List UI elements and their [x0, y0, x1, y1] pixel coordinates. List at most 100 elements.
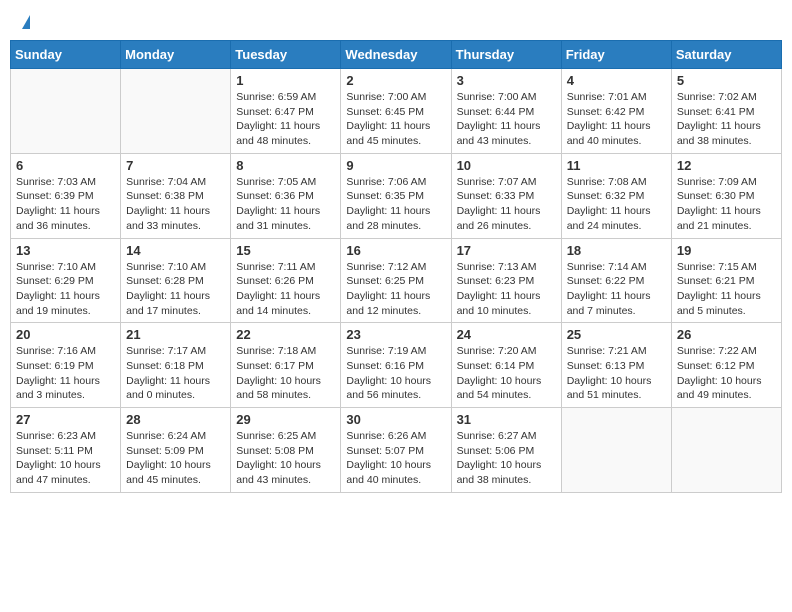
calendar-cell: 24 Sunrise: 7:20 AM Sunset: 6:14 PM Dayli…	[451, 323, 561, 408]
day-info: Sunrise: 7:02 AM Sunset: 6:41 PM Dayligh…	[677, 90, 776, 149]
day-info: Sunrise: 7:15 AM Sunset: 6:21 PM Dayligh…	[677, 260, 776, 319]
calendar-cell: 9 Sunrise: 7:06 AM Sunset: 6:35 PM Daylig…	[341, 153, 451, 238]
calendar-cell	[671, 408, 781, 493]
day-number: 27	[16, 412, 115, 427]
day-info: Sunrise: 7:09 AM Sunset: 6:30 PM Dayligh…	[677, 175, 776, 234]
calendar-cell: 27 Sunrise: 6:23 AM Sunset: 5:11 PM Dayli…	[11, 408, 121, 493]
page-header	[10, 10, 782, 30]
day-number: 4	[567, 73, 666, 88]
day-info: Sunrise: 7:03 AM Sunset: 6:39 PM Dayligh…	[16, 175, 115, 234]
day-info: Sunrise: 7:08 AM Sunset: 6:32 PM Dayligh…	[567, 175, 666, 234]
calendar-cell: 18 Sunrise: 7:14 AM Sunset: 6:22 PM Dayli…	[561, 238, 671, 323]
day-info: Sunrise: 6:25 AM Sunset: 5:08 PM Dayligh…	[236, 429, 335, 488]
day-number: 26	[677, 327, 776, 342]
day-number: 6	[16, 158, 115, 173]
day-number: 8	[236, 158, 335, 173]
calendar-cell: 19 Sunrise: 7:15 AM Sunset: 6:21 PM Dayli…	[671, 238, 781, 323]
calendar-cell: 15 Sunrise: 7:11 AM Sunset: 6:26 PM Dayli…	[231, 238, 341, 323]
calendar-cell: 28 Sunrise: 6:24 AM Sunset: 5:09 PM Dayli…	[121, 408, 231, 493]
day-info: Sunrise: 6:26 AM Sunset: 5:07 PM Dayligh…	[346, 429, 445, 488]
day-info: Sunrise: 6:24 AM Sunset: 5:09 PM Dayligh…	[126, 429, 225, 488]
day-number: 20	[16, 327, 115, 342]
calendar-cell: 5 Sunrise: 7:02 AM Sunset: 6:41 PM Daylig…	[671, 69, 781, 154]
calendar-table: SundayMondayTuesdayWednesdayThursdayFrid…	[10, 40, 782, 493]
calendar-cell: 29Sunrise: 6:25 AM Sunset: 5:08 PM Dayli…	[231, 408, 341, 493]
calendar-cell: 14 Sunrise: 7:10 AM Sunset: 6:28 PM Dayli…	[121, 238, 231, 323]
calendar-cell: 13Sunrise: 7:10 AM Sunset: 6:29 PM Dayli…	[11, 238, 121, 323]
day-info: Sunrise: 6:27 AM Sunset: 5:06 PM Dayligh…	[457, 429, 556, 488]
calendar-cell: 30 Sunrise: 6:26 AM Sunset: 5:07 PM Dayli…	[341, 408, 451, 493]
day-info: Sunrise: 7:10 AM Sunset: 6:28 PM Dayligh…	[126, 260, 225, 319]
day-number: 11	[567, 158, 666, 173]
day-number: 15	[236, 243, 335, 258]
calendar-cell: 3 Sunrise: 7:00 AM Sunset: 6:44 PM Daylig…	[451, 69, 561, 154]
day-number: 22	[236, 327, 335, 342]
calendar-cell: 7 Sunrise: 7:04 AM Sunset: 6:38 PM Daylig…	[121, 153, 231, 238]
calendar-cell: 16 Sunrise: 7:12 AM Sunset: 6:25 PM Dayli…	[341, 238, 451, 323]
day-header-wednesday: Wednesday	[341, 41, 451, 69]
calendar-cell: 31 Sunrise: 6:27 AM Sunset: 5:06 PM Dayli…	[451, 408, 561, 493]
calendar-cell: 22 Sunrise: 7:18 AM Sunset: 6:17 PM Dayli…	[231, 323, 341, 408]
day-number: 1	[236, 73, 335, 88]
day-info: Sunrise: 6:23 AM Sunset: 5:11 PM Dayligh…	[16, 429, 115, 488]
day-info: Sunrise: 6:59 AM Sunset: 6:47 PM Dayligh…	[236, 90, 335, 149]
day-number: 23	[346, 327, 445, 342]
day-info: Sunrise: 7:01 AM Sunset: 6:42 PM Dayligh…	[567, 90, 666, 149]
day-info: Sunrise: 7:17 AM Sunset: 6:18 PM Dayligh…	[126, 344, 225, 403]
day-number: 24	[457, 327, 556, 342]
calendar-cell	[11, 69, 121, 154]
day-info: Sunrise: 7:22 AM Sunset: 6:12 PM Dayligh…	[677, 344, 776, 403]
day-header-monday: Monday	[121, 41, 231, 69]
day-info: Sunrise: 7:04 AM Sunset: 6:38 PM Dayligh…	[126, 175, 225, 234]
day-number: 28	[126, 412, 225, 427]
day-number: 18	[567, 243, 666, 258]
day-info: Sunrise: 7:12 AM Sunset: 6:25 PM Dayligh…	[346, 260, 445, 319]
day-info: Sunrise: 7:18 AM Sunset: 6:17 PM Dayligh…	[236, 344, 335, 403]
calendar-cell: 10 Sunrise: 7:07 AM Sunset: 6:33 PM Dayli…	[451, 153, 561, 238]
day-info: Sunrise: 7:19 AM Sunset: 6:16 PM Dayligh…	[346, 344, 445, 403]
day-number: 10	[457, 158, 556, 173]
calendar-cell: 11 Sunrise: 7:08 AM Sunset: 6:32 PM Dayli…	[561, 153, 671, 238]
day-number: 12	[677, 158, 776, 173]
day-number: 7	[126, 158, 225, 173]
day-info: Sunrise: 7:14 AM Sunset: 6:22 PM Dayligh…	[567, 260, 666, 319]
calendar-cell	[561, 408, 671, 493]
day-number: 25	[567, 327, 666, 342]
calendar-cell: 23 Sunrise: 7:19 AM Sunset: 6:16 PM Dayli…	[341, 323, 451, 408]
day-header-saturday: Saturday	[671, 41, 781, 69]
day-number: 14	[126, 243, 225, 258]
day-header-thursday: Thursday	[451, 41, 561, 69]
day-number: 9	[346, 158, 445, 173]
day-number: 30	[346, 412, 445, 427]
day-number: 13	[16, 243, 115, 258]
calendar-cell: 4 Sunrise: 7:01 AM Sunset: 6:42 PM Daylig…	[561, 69, 671, 154]
day-info: Sunrise: 7:11 AM Sunset: 6:26 PM Dayligh…	[236, 260, 335, 319]
day-number: 5	[677, 73, 776, 88]
day-info: Sunrise: 7:06 AM Sunset: 6:35 PM Dayligh…	[346, 175, 445, 234]
day-number: 2	[346, 73, 445, 88]
day-number: 21	[126, 327, 225, 342]
logo-triangle-icon	[22, 15, 30, 29]
calendar-cell: 8Sunrise: 7:05 AM Sunset: 6:36 PM Daylig…	[231, 153, 341, 238]
day-number: 17	[457, 243, 556, 258]
day-info: Sunrise: 7:13 AM Sunset: 6:23 PM Dayligh…	[457, 260, 556, 319]
logo	[20, 15, 30, 25]
day-info: Sunrise: 7:00 AM Sunset: 6:45 PM Dayligh…	[346, 90, 445, 149]
day-info: Sunrise: 7:20 AM Sunset: 6:14 PM Dayligh…	[457, 344, 556, 403]
day-header-tuesday: Tuesday	[231, 41, 341, 69]
calendar-cell: 2 Sunrise: 7:00 AM Sunset: 6:45 PM Daylig…	[341, 69, 451, 154]
day-number: 16	[346, 243, 445, 258]
day-info: Sunrise: 7:00 AM Sunset: 6:44 PM Dayligh…	[457, 90, 556, 149]
day-number: 3	[457, 73, 556, 88]
day-number: 31	[457, 412, 556, 427]
calendar-cell: 17 Sunrise: 7:13 AM Sunset: 6:23 PM Dayli…	[451, 238, 561, 323]
day-info: Sunrise: 7:07 AM Sunset: 6:33 PM Dayligh…	[457, 175, 556, 234]
calendar-cell: 6 Sunrise: 7:03 AM Sunset: 6:39 PM Daylig…	[11, 153, 121, 238]
day-info: Sunrise: 7:16 AM Sunset: 6:19 PM Dayligh…	[16, 344, 115, 403]
calendar-cell: 26 Sunrise: 7:22 AM Sunset: 6:12 PM Dayli…	[671, 323, 781, 408]
calendar-cell	[121, 69, 231, 154]
day-number: 19	[677, 243, 776, 258]
day-info: Sunrise: 7:21 AM Sunset: 6:13 PM Dayligh…	[567, 344, 666, 403]
calendar-cell: 20 Sunrise: 7:16 AM Sunset: 6:19 PM Dayli…	[11, 323, 121, 408]
calendar-cell: 21 Sunrise: 7:17 AM Sunset: 6:18 PM Dayli…	[121, 323, 231, 408]
